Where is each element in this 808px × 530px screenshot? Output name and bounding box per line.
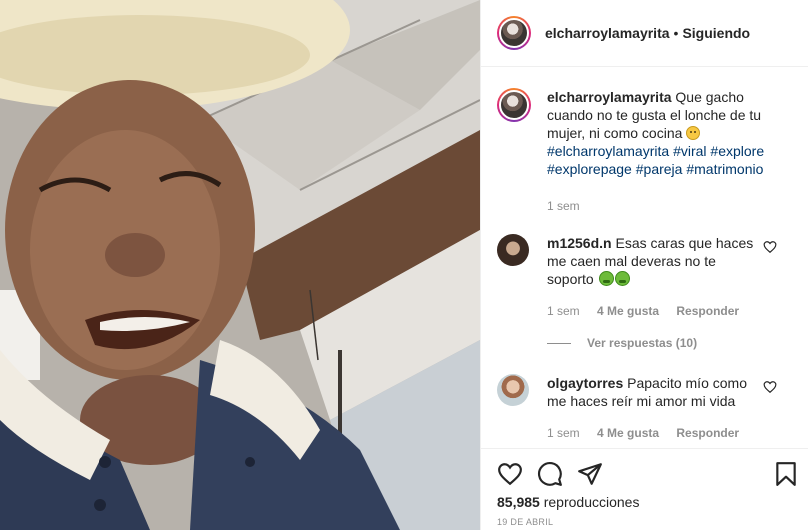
reply-button[interactable]: Responder <box>676 304 739 318</box>
hashtag-link[interactable]: #elcharroylamayrita <box>547 143 669 159</box>
comment-like-heart-icon[interactable] <box>763 240 777 254</box>
caption-time[interactable]: 1 sem <box>547 199 580 213</box>
comment-meta: 1 sem 4 Me gusta Responder <box>547 426 739 440</box>
header-separator: • <box>673 25 679 41</box>
post-header: elcharroylamayrita • Siguiendo <box>481 0 808 67</box>
comment-likes[interactable]: 4 Me gusta <box>597 304 659 318</box>
post-side-panel: elcharroylamayrita • Siguiendo elcharroy… <box>480 0 808 530</box>
nauseated-face-emoji <box>614 271 630 286</box>
author-username[interactable]: elcharroylamayrita <box>545 25 670 41</box>
video-player[interactable] <box>0 0 480 530</box>
author-avatar[interactable] <box>497 16 531 50</box>
replies-divider <box>547 342 571 344</box>
bookmark-icon[interactable] <box>773 461 799 487</box>
hashtag-link[interactable]: #viral <box>673 143 706 159</box>
reply-button[interactable]: Responder <box>676 426 739 440</box>
comment-item: olgaytorres Papacito mío como me haces r… <box>497 374 797 410</box>
comment-likes[interactable]: 4 Me gusta <box>597 426 659 440</box>
commenter-username[interactable]: m1256d.n <box>547 235 612 251</box>
commenter-avatar[interactable] <box>497 234 529 266</box>
comment-item: m1256d.n Esas caras que haces me caen ma… <box>497 234 797 288</box>
caption-username[interactable]: elcharroylamayrita <box>547 89 672 105</box>
nauseated-face-emoji <box>598 271 614 286</box>
hashtag-link[interactable]: #explorepage <box>547 161 632 177</box>
heart-icon[interactable] <box>497 461 523 487</box>
post-date[interactable]: 19 DE ABRIL <box>497 517 553 527</box>
hashtag-link[interactable]: #pareja <box>636 161 683 177</box>
view-replies-label[interactable]: Ver respuestas (10) <box>587 336 697 350</box>
comment-time[interactable]: 1 sem <box>547 426 580 440</box>
views-count[interactable]: 85,985 reproducciones <box>497 494 639 510</box>
comment-like-heart-icon[interactable] <box>763 380 777 394</box>
comment-meta: 1 sem 4 Me gusta Responder <box>547 304 739 318</box>
send-icon[interactable] <box>577 461 603 487</box>
post-caption: elcharroylamayrita Que gacho cuando no t… <box>497 88 797 178</box>
hashtag-link[interactable]: #matrimonio <box>686 161 763 177</box>
comment-time[interactable]: 1 sem <box>547 304 580 318</box>
comments-section[interactable]: elcharroylamayrita Que gacho cuando no t… <box>481 68 808 448</box>
comment-icon[interactable] <box>537 461 563 487</box>
hashtag-list: #elcharroylamayrita #viral #explore #exp… <box>547 142 779 178</box>
views-number: 85,985 <box>497 494 540 510</box>
post-view: elcharroylamayrita • Siguiendo elcharroy… <box>0 0 808 530</box>
hashtag-link[interactable]: #explore <box>710 143 764 159</box>
post-actions: 85,985 reproducciones 19 DE ABRIL <box>481 448 808 530</box>
sad-face-emoji <box>686 126 701 140</box>
views-label: reproducciones <box>543 494 640 510</box>
commenter-avatar[interactable] <box>497 374 529 406</box>
following-button[interactable]: Siguiendo <box>682 25 750 41</box>
video-frame <box>0 0 480 530</box>
caption-avatar[interactable] <box>497 88 531 122</box>
view-replies-button[interactable]: Ver respuestas (10) <box>547 336 697 350</box>
commenter-username[interactable]: olgaytorres <box>547 375 623 391</box>
